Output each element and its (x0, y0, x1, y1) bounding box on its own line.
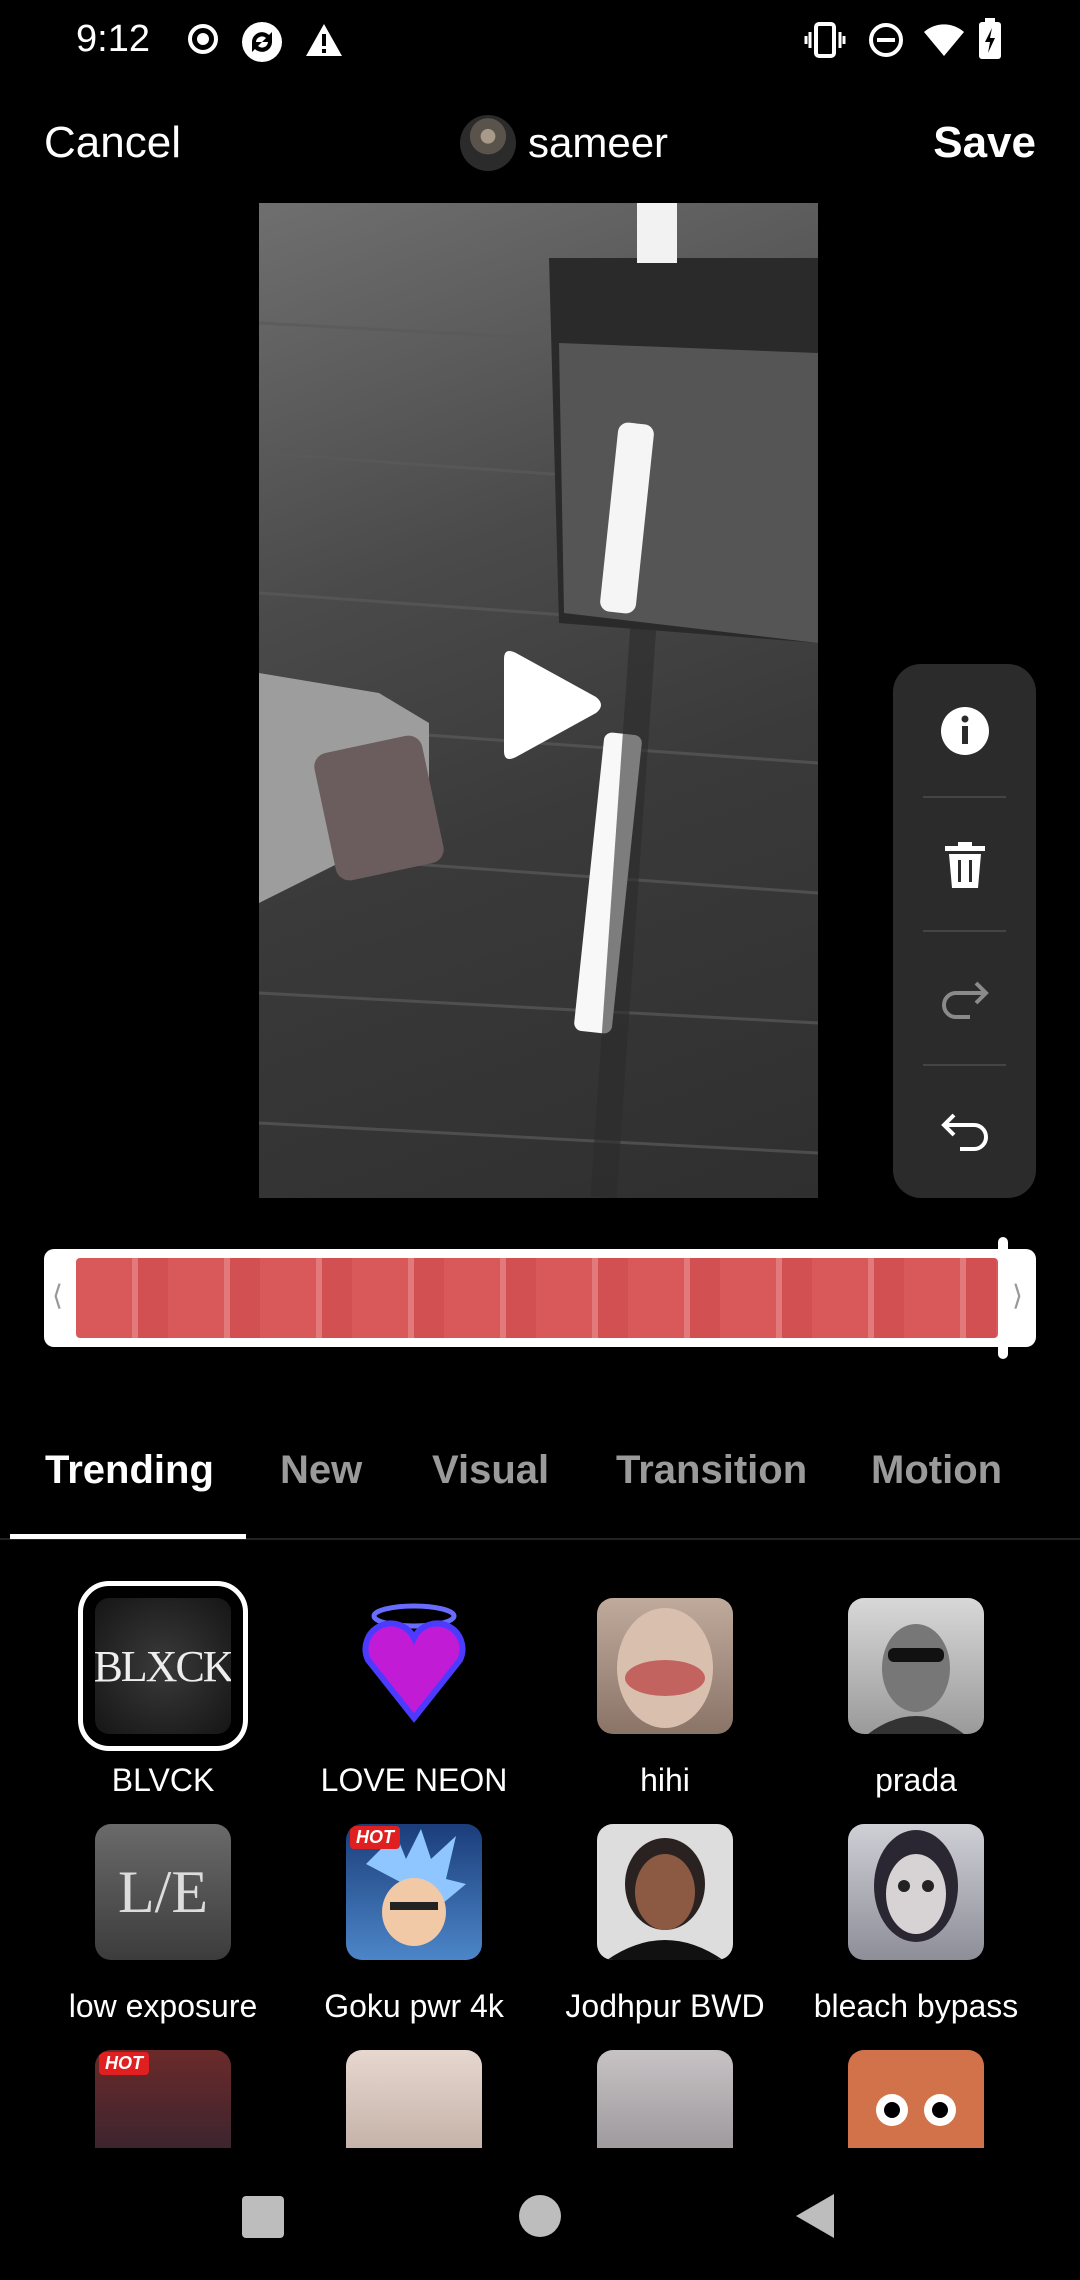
save-button[interactable]: Save (933, 118, 1036, 168)
status-time: 9:12 (76, 18, 150, 60)
effect-item[interactable] (288, 2050, 540, 2148)
effect-label: BLVCK (111, 1762, 215, 1798)
avatar (460, 115, 516, 171)
delete-button[interactable] (893, 798, 1036, 931)
effect-thumbnail (346, 1598, 482, 1734)
do-not-disturb-icon (869, 23, 903, 57)
back-icon[interactable] (794, 2192, 836, 2240)
info-icon (940, 706, 989, 755)
effect-item[interactable]: bleach bypass (790, 1824, 1042, 2025)
effect-thumbnail (848, 2050, 984, 2148)
trim-left-handle-icon[interactable]: ⟨ (52, 1279, 63, 1312)
effect-item[interactable]: LOVE NEON (288, 1598, 540, 1799)
effect-label: low exposure (68, 1988, 258, 2024)
play-icon[interactable] (496, 645, 606, 765)
effect-thumbnail: HOT (95, 2050, 231, 2148)
active-tab-indicator (10, 1534, 246, 1539)
hot-badge: HOT (350, 1826, 400, 1849)
effect-thumbnail (597, 2050, 733, 2148)
undo-button[interactable] (893, 1066, 1036, 1199)
username: sameer (528, 119, 669, 166)
sync-icon (242, 22, 282, 62)
effect-label: LOVE NEON (320, 1762, 508, 1798)
redo-button[interactable] (893, 932, 1036, 1065)
effect-thumb-text: L/E (118, 1858, 208, 1925)
effect-item[interactable]: L/E low exposure (37, 1824, 289, 2025)
effect-item[interactable]: hihi (539, 1598, 791, 1799)
tab-visual[interactable]: Visual (432, 1448, 549, 1493)
cancel-button[interactable]: Cancel (44, 118, 181, 168)
playhead[interactable] (998, 1237, 1008, 1359)
effect-item[interactable] (539, 2050, 791, 2148)
effect-tabs: Trending New Visual Transition Motion (0, 1420, 1080, 1540)
home-icon[interactable] (518, 2194, 562, 2238)
hot-badge: HOT (99, 2052, 149, 2075)
effect-label: Jodhpur BWD (565, 1988, 765, 2024)
effect-thumbnail (597, 1598, 733, 1734)
timeline-frames[interactable] (76, 1258, 998, 1338)
effect-label: bleach bypass (813, 1988, 1019, 2024)
effect-thumbnail: HOT (346, 1824, 482, 1960)
side-toolbar (893, 664, 1036, 1198)
effect-thumb-text: BLXCK (95, 1641, 231, 1691)
recents-icon[interactable] (242, 2196, 284, 2238)
effect-label: prada (875, 1762, 957, 1798)
tab-motion[interactable]: Motion (871, 1448, 1002, 1493)
effect-item[interactable]: HOT (37, 2050, 289, 2148)
effect-label: hihi (640, 1762, 690, 1798)
warning-icon (306, 24, 342, 56)
tab-trending[interactable]: Trending (45, 1448, 214, 1493)
effect-thumbnail: BLXCK (78, 1581, 248, 1751)
vibrate-icon (804, 22, 846, 58)
wifi-icon (924, 24, 964, 56)
effect-label: Goku pwr 4k (324, 1988, 504, 2024)
user-chip: sameer (460, 113, 668, 173)
effect-item[interactable] (790, 2050, 1042, 2148)
undo-icon (940, 1113, 988, 1151)
effect-thumbnail: L/E (95, 1824, 231, 1960)
redo-icon (941, 981, 989, 1019)
tab-new[interactable]: New (280, 1448, 362, 1493)
trash-icon (944, 841, 985, 888)
trim-right-handle-icon[interactable]: ⟩ (1012, 1279, 1023, 1312)
effect-item[interactable]: HOT Goku pwr 4k (288, 1824, 540, 2025)
effect-thumbnail (346, 2050, 482, 2148)
info-button[interactable] (893, 664, 1036, 797)
effect-item[interactable]: Jodhpur BWD (539, 1824, 791, 2025)
battery-icon (979, 18, 1001, 59)
timeline-trimmer[interactable]: ⟨ ⟩ (44, 1237, 1036, 1359)
effect-thumbnail (597, 1824, 733, 1960)
effect-thumbnail (848, 1824, 984, 1960)
tab-transition[interactable]: Transition (616, 1448, 807, 1493)
effect-item[interactable]: BLXCK BLVCK (37, 1581, 289, 1799)
system-nav-bar (0, 2148, 1080, 2280)
record-icon (188, 24, 218, 54)
effect-thumbnail (848, 1598, 984, 1734)
effect-item[interactable]: prada (790, 1598, 1042, 1799)
